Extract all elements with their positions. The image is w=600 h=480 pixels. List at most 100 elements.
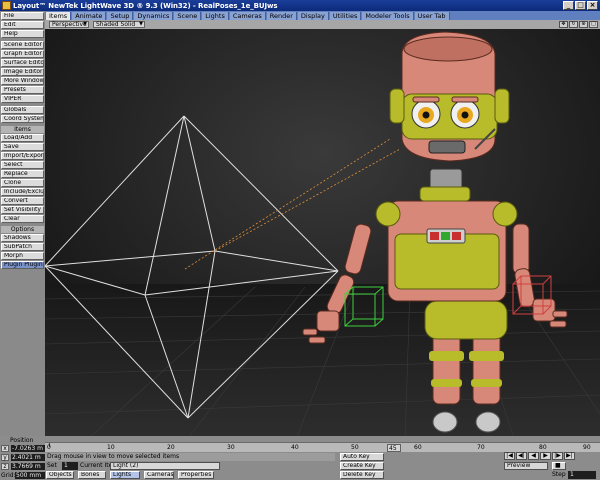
play-reverse-button[interactable]: ◀ <box>528 452 539 460</box>
current-frame-value: 45 <box>389 445 397 452</box>
select-button[interactable]: Select <box>1 161 44 169</box>
timeline-slider[interactable]: 0 10 20 30 40 50 60 70 80 45 90 <box>45 442 600 452</box>
viper-button[interactable]: VIPER <box>1 95 44 103</box>
viewport-scene <box>45 29 600 442</box>
tab-cameras[interactable]: Cameras <box>229 12 266 20</box>
more-windows-button[interactable]: More Windows <box>1 77 44 85</box>
position-z-value[interactable]: 3.7669 m <box>11 463 45 470</box>
scene-editor-button[interactable]: Scene Editor <box>1 41 44 49</box>
title-bar: Layout™ NewTek LightWave 3D ® 9.3 (Win32… <box>0 0 600 11</box>
grid-size-readout: Grid: 500 mm <box>1 472 45 480</box>
y-axis-toggle[interactable]: y <box>1 454 9 461</box>
next-key-button[interactable]: |▶ <box>552 452 563 460</box>
save-button[interactable]: Save <box>1 143 44 151</box>
image-editor-button[interactable]: Image Editor <box>1 68 44 76</box>
edit-menu-button[interactable]: Edit <box>1 21 44 29</box>
preview-dropdown[interactable]: Preview <box>504 462 548 470</box>
replace-button[interactable]: Replace <box>1 170 44 178</box>
tab-items[interactable]: Items <box>46 12 72 20</box>
grid-size-value: 500 mm <box>15 472 45 479</box>
tab-user-tab[interactable]: User Tab <box>414 12 450 20</box>
view-mode-dropdown[interactable]: Perspective ▼ <box>49 21 89 28</box>
shading-mode-dropdown[interactable]: Shaded Solid ▼ <box>93 21 145 28</box>
position-y-value[interactable]: 2.4021 m <box>11 454 45 461</box>
set-label: Set <box>47 462 57 469</box>
timeline-end-frame: 90 <box>583 444 591 451</box>
file-menu-button[interactable]: File <box>1 12 44 20</box>
tab-display[interactable]: Display <box>297 12 329 20</box>
set-visibility-button[interactable]: Set Visibility <box>1 206 44 214</box>
viewport-toolbar: Perspective ▼ Shaded Solid ▼ ✥ ↻ ⊕ □ <box>45 20 600 29</box>
status-message: Drag mouse in view to move selected item… <box>45 453 335 461</box>
convert-button[interactable]: Convert <box>1 197 44 205</box>
tab-modeler-tools[interactable]: Modeler Tools <box>362 12 414 20</box>
play-button[interactable]: ▶ <box>540 452 551 460</box>
go-to-end-button[interactable]: ▶| <box>564 452 575 460</box>
tab-setup[interactable]: Setup <box>107 12 134 20</box>
timeline-tick-label: 10 <box>107 444 115 451</box>
position-y-row: y 2.4021 m <box>1 454 45 462</box>
shadows-button[interactable]: Shadows <box>1 234 44 242</box>
load-add-button[interactable]: Load/Add <box>1 134 44 142</box>
objects-mode-button[interactable]: Objects <box>46 471 74 479</box>
graph-editor-button[interactable]: Graph Editor <box>1 50 44 58</box>
import-export-button[interactable]: Import/Export <box>1 152 44 160</box>
move-view-icon[interactable]: ✥ <box>559 21 568 28</box>
position-x-value[interactable]: -7.0263 m <box>11 445 45 452</box>
include-exclude-button[interactable]: Include/Exclude <box>1 188 44 196</box>
chevron-down-icon: ▼ <box>83 21 87 27</box>
cameras-mode-button[interactable]: Cameras <box>144 471 174 479</box>
step-value-field[interactable]: 1 <box>568 471 596 479</box>
current-item-dropdown[interactable]: Light (2) <box>110 462 220 470</box>
morph-button[interactable]: Morph <box>1 252 44 260</box>
set-value-field[interactable]: 1 <box>62 462 78 470</box>
timeline-tick-label: 40 <box>291 444 299 451</box>
bones-mode-button[interactable]: Bones <box>78 471 106 479</box>
timeline-tick-label: 60 <box>414 444 422 451</box>
items-header: Items <box>1 126 44 133</box>
current-item-value: Light (2) <box>113 462 139 469</box>
presets-button[interactable]: Presets <box>1 86 44 94</box>
options-header: Options <box>1 226 44 233</box>
x-axis-toggle[interactable]: x <box>1 445 9 452</box>
minimize-button[interactable]: _ <box>563 1 574 10</box>
left-toolbar: File Edit Help Scene Editor Graph Editor… <box>0 11 45 436</box>
surface-editor-button[interactable]: Surface Editor <box>1 59 44 67</box>
create-key-button[interactable]: Create Key <box>340 462 384 470</box>
globals-button[interactable]: Globals <box>1 106 44 114</box>
clone-button[interactable]: Clone <box>1 179 44 187</box>
preview-label: Preview <box>507 462 531 469</box>
tab-animate[interactable]: Animate <box>72 12 107 20</box>
step-label: Step <box>552 471 566 478</box>
timeline-tick-label: 50 <box>351 444 359 451</box>
go-to-start-button[interactable]: |◀ <box>504 452 515 460</box>
rotate-view-icon[interactable]: ↻ <box>569 21 578 28</box>
close-button[interactable]: × <box>587 1 598 10</box>
lights-mode-button[interactable]: Lights <box>110 471 140 479</box>
delete-key-button[interactable]: Delete Key <box>340 471 384 479</box>
tab-dynamics[interactable]: Dynamics <box>134 12 174 20</box>
zoom-view-icon[interactable]: ⊕ <box>579 21 588 28</box>
clear-button[interactable]: Clear <box>1 215 44 223</box>
stop-button[interactable]: ■ <box>552 462 566 470</box>
chevron-down-icon: ▼ <box>139 21 143 27</box>
tab-utilities[interactable]: Utilities <box>329 12 362 20</box>
previous-key-button[interactable]: ◀| <box>516 452 527 460</box>
plugin-plugins-button[interactable]: Plugin Plugins <box>1 261 44 269</box>
help-menu-button[interactable]: Help <box>1 30 44 38</box>
timeline-tick-label: 20 <box>167 444 175 451</box>
tab-render[interactable]: Render <box>266 12 297 20</box>
current-frame-slider[interactable]: 45 <box>387 444 401 452</box>
perspective-viewport[interactable] <box>45 29 600 442</box>
properties-button[interactable]: Properties <box>178 471 214 479</box>
maximize-view-icon[interactable]: □ <box>589 21 598 28</box>
maximize-button[interactable]: □ <box>575 1 586 10</box>
tab-scene[interactable]: Scene <box>174 12 202 20</box>
main-tab-bar: Items Animate Setup Dynamics Scene Light… <box>45 11 600 20</box>
subpatch-button[interactable]: SubPatch <box>1 243 44 251</box>
z-axis-toggle[interactable]: z <box>1 463 9 470</box>
shading-mode-value: Shaded Solid <box>96 21 136 28</box>
tab-lights[interactable]: Lights <box>202 12 229 20</box>
coord-system-button[interactable]: Coord System <box>1 115 44 123</box>
auto-key-button[interactable]: Auto Key <box>340 453 384 461</box>
